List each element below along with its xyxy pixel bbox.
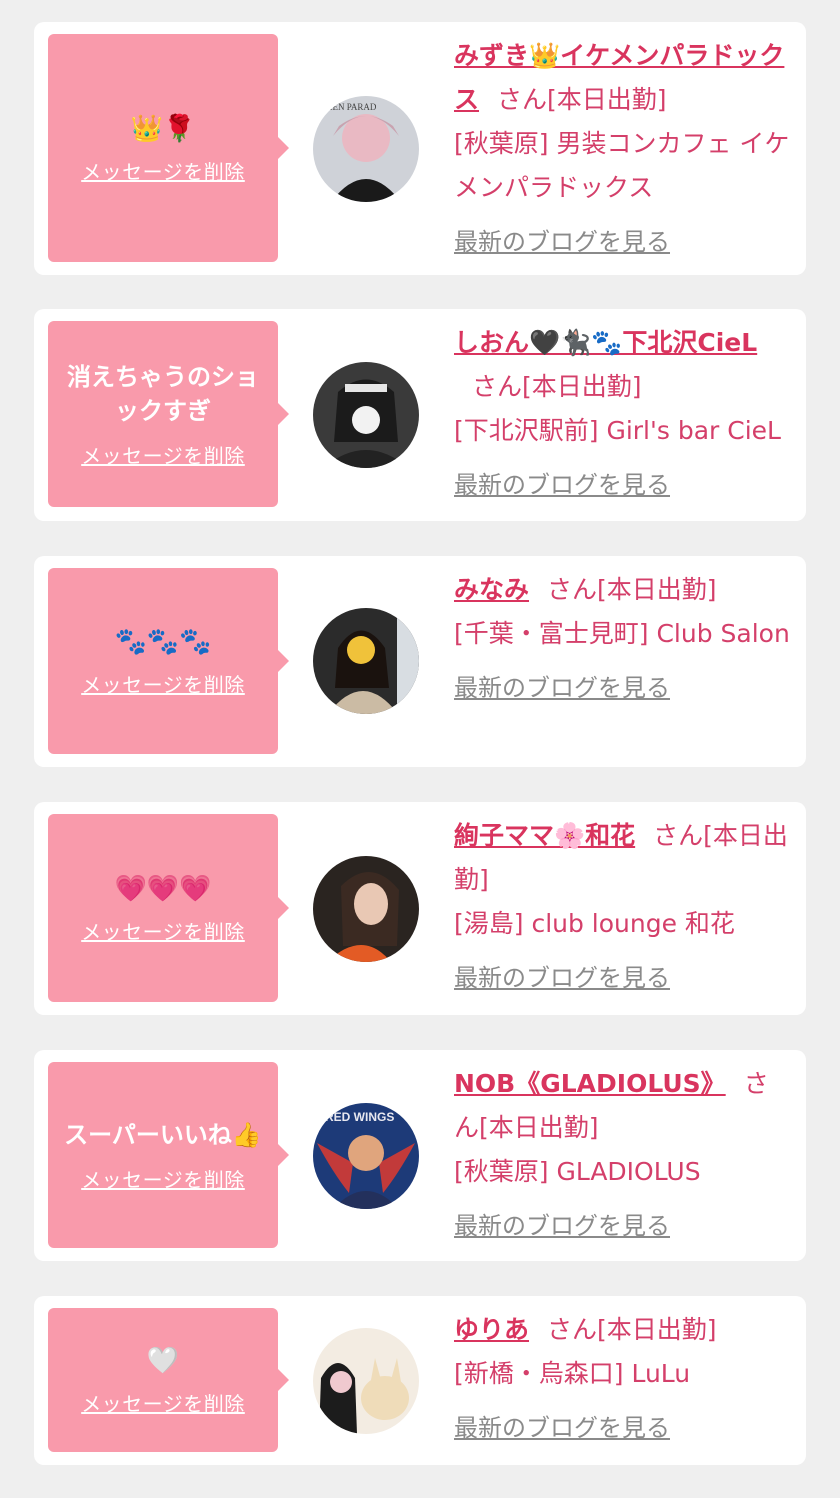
cast-status: さん[本日出勤] <box>472 372 642 401</box>
delete-message-link[interactable]: メッセージを削除 <box>81 440 245 469</box>
latest-blog-link[interactable]: 最新のブログを見る <box>454 220 670 264</box>
avatar-photo <box>313 856 419 962</box>
svg-text:EMEN PARAD: EMEN PARAD <box>319 102 377 112</box>
message-text: スーパーいいね👍 <box>64 1120 262 1149</box>
message-bubble: 💗💗💗 メッセージを削除 <box>48 814 289 1002</box>
avatar[interactable]: EMEN PARAD <box>313 96 419 202</box>
cast-info: ゆりあ さん[本日出勤] [新橋・烏森口] LuLu 最新のブログを見る <box>454 1308 792 1450</box>
avatar-photo <box>313 362 419 468</box>
delete-message-link[interactable]: メッセージを削除 <box>81 916 245 945</box>
message-emoji: 🐾🐾🐾 <box>114 626 212 657</box>
delete-message-link[interactable]: メッセージを削除 <box>81 1164 245 1193</box>
message-bubble: 消えちゃうのショックすぎ メッセージを削除 <box>48 321 289 507</box>
message-bubble: 🐾🐾🐾 メッセージを削除 <box>48 568 289 754</box>
message-card: スーパーいいね👍 メッセージを削除 RED WINGS NOB《GLADIOLU… <box>34 1050 806 1261</box>
cast-status: さん[本日出勤] <box>547 1315 717 1344</box>
shop-name: [千葉・富士見町] Club Salon <box>454 619 790 648</box>
message-card: 👑🌹 メッセージを削除 EMEN PARAD みずき👑イケメンパラドックス さん[… <box>34 22 806 275</box>
shop-name: [秋葉原] 男装コンカフェ イケメンパラドックス <box>454 129 790 202</box>
message-card: 💗💗💗 メッセージを削除 絢子ママ🌸和花 さん[本日出勤] [湯島] club l… <box>34 802 806 1015</box>
shop-name: [新橋・烏森口] LuLu <box>454 1359 691 1388</box>
message-bubble: 🤍 メッセージを削除 <box>48 1308 289 1452</box>
avatar-photo: EMEN PARAD <box>313 96 419 202</box>
message-card: 🤍 メッセージを削除 ゆりあ さん[本日出勤] [新橋・烏森口] LuLu 最新の… <box>34 1296 806 1465</box>
avatar[interactable] <box>313 1328 419 1434</box>
cast-info: みずき👑イケメンパラドックス さん[本日出勤] [秋葉原] 男装コンカフェ イケメ… <box>454 34 792 264</box>
cast-info: しおん🖤🐈‍⬛🐾下北沢CieL さん[本日出勤] [下北沢駅前] Girl's b… <box>454 321 792 507</box>
avatar-photo <box>313 1328 419 1434</box>
avatar[interactable] <box>313 856 419 962</box>
cast-name-link[interactable]: ゆりあ <box>454 1315 529 1344</box>
latest-blog-link[interactable]: 最新のブログを見る <box>454 1406 670 1450</box>
cast-info: 絢子ママ🌸和花 さん[本日出勤] [湯島] club lounge 和花 最新のブ… <box>454 814 792 1000</box>
avatar[interactable] <box>313 362 419 468</box>
avatar[interactable] <box>313 608 419 714</box>
cast-name-link[interactable]: しおん🖤🐈‍⬛🐾下北沢CieL <box>454 328 757 357</box>
delete-message-link[interactable]: メッセージを削除 <box>81 1388 245 1417</box>
cast-name-link[interactable]: みなみ <box>454 575 529 604</box>
avatar-photo <box>313 608 419 714</box>
message-card: 消えちゃうのショックすぎ メッセージを削除 しおん🖤🐈‍⬛🐾下北沢CieL さん[… <box>34 309 806 521</box>
message-bubble: スーパーいいね👍 メッセージを削除 <box>48 1062 289 1248</box>
cast-name-link[interactable]: NOB《GLADIOLUS》 <box>454 1069 726 1098</box>
latest-blog-link[interactable]: 最新のブログを見る <box>454 463 670 507</box>
shop-name: [秋葉原] GLADIOLUS <box>454 1157 701 1186</box>
cast-info: NOB《GLADIOLUS》 さん[本日出勤] [秋葉原] GLADIOLUS 最… <box>454 1062 792 1248</box>
shop-name: [下北沢駅前] Girl's bar CieL <box>454 416 781 445</box>
cast-status: さん[本日出勤] <box>497 85 667 114</box>
latest-blog-link[interactable]: 最新のブログを見る <box>454 1204 670 1248</box>
avatar[interactable]: RED WINGS <box>313 1103 419 1209</box>
cast-status: さん[本日出勤] <box>547 575 717 604</box>
message-bubble: 👑🌹 メッセージを削除 <box>48 34 289 262</box>
message-card: 🐾🐾🐾 メッセージを削除 みなみ さん[本日出勤] [千葉・富士見町] Club … <box>34 556 806 767</box>
avatar-photo: RED WINGS <box>313 1103 419 1209</box>
cast-info: みなみ さん[本日出勤] [千葉・富士見町] Club Salon 最新のブログを… <box>454 568 792 710</box>
svg-text:RED WINGS: RED WINGS <box>325 1110 394 1124</box>
delete-message-link[interactable]: メッセージを削除 <box>81 669 245 698</box>
message-emoji: 👑🌹 <box>130 113 196 144</box>
message-emoji: 🤍 <box>146 1345 180 1376</box>
latest-blog-link[interactable]: 最新のブログを見る <box>454 666 670 710</box>
delete-message-link[interactable]: メッセージを削除 <box>81 156 245 185</box>
message-emoji: 💗💗💗 <box>114 873 212 904</box>
latest-blog-link[interactable]: 最新のブログを見る <box>454 956 670 1000</box>
shop-name: [湯島] club lounge 和花 <box>454 909 735 938</box>
cast-name-link[interactable]: 絢子ママ🌸和花 <box>454 821 635 850</box>
message-text: 消えちゃうのショックすぎ <box>67 362 259 425</box>
